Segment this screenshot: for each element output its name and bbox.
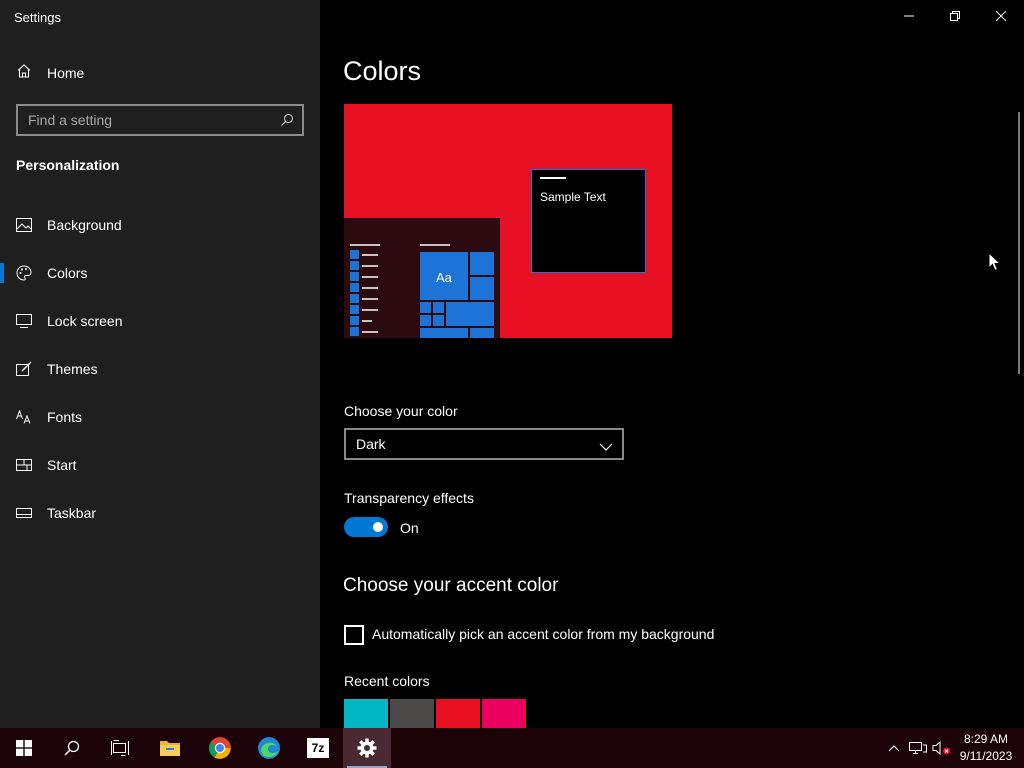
app-title: Settings <box>14 10 61 25</box>
choose-color-dropdown[interactable]: Dark <box>344 428 624 460</box>
sidebar: Settings Home Personalization Background… <box>0 0 320 728</box>
close-button[interactable] <box>978 0 1024 32</box>
restore-icon <box>950 11 960 21</box>
auto-accent-checkbox[interactable] <box>344 625 364 645</box>
color-swatch[interactable] <box>344 699 388 728</box>
search-icon[interactable] <box>280 113 294 132</box>
sidebar-item-lock-screen[interactable]: Lock screen <box>0 297 320 345</box>
taskbar-icon <box>16 505 32 521</box>
network-button[interactable] <box>906 728 930 768</box>
clock[interactable]: 8:29 AM 9/11/2023 <box>955 731 1017 765</box>
7zip-button[interactable]: 7z <box>294 728 342 768</box>
minimize-icon <box>904 15 914 17</box>
preview-start-menu: Aa <box>344 218 500 338</box>
recent-colors-label: Recent colors <box>344 673 430 689</box>
sidebar-item-background[interactable]: Background <box>0 201 320 249</box>
home-link[interactable]: Home <box>16 62 84 84</box>
taskbar-search-button[interactable] <box>48 728 96 768</box>
settings-icon <box>357 738 377 758</box>
file-explorer-button[interactable] <box>146 728 194 768</box>
volume-muted-icon <box>932 740 950 756</box>
sidebar-item-label: Colors <box>47 265 88 281</box>
accent-heading: Choose your accent color <box>343 575 559 596</box>
sidebar-item-label: Taskbar <box>47 505 97 521</box>
start-icon <box>16 457 32 473</box>
toggle-knob <box>373 522 383 532</box>
palette-icon <box>16 265 32 281</box>
task-view-button[interactable] <box>96 728 144 768</box>
file-explorer-icon <box>160 741 180 756</box>
sidebar-item-taskbar[interactable]: Taskbar <box>0 489 320 537</box>
home-label: Home <box>47 65 85 81</box>
sidebar-item-label: Fonts <box>47 409 83 425</box>
preview-tile-text: Aa <box>436 270 452 285</box>
preview-window: Sample Text <box>531 169 646 273</box>
chrome-icon <box>209 737 231 759</box>
clock-date: 9/11/2023 <box>959 749 1013 763</box>
minimize-button[interactable] <box>886 0 932 32</box>
show-hidden-icons-button[interactable] <box>884 728 904 768</box>
mouse-cursor-icon <box>988 251 1002 277</box>
recent-colors <box>344 699 526 728</box>
sidebar-item-label: Start <box>47 457 77 473</box>
restore-button[interactable] <box>932 0 978 32</box>
sidebar-item-fonts[interactable]: Fonts <box>0 393 320 441</box>
7zip-label: 7z <box>311 741 325 755</box>
choose-color-label: Choose your color <box>344 403 458 419</box>
chrome-button[interactable] <box>196 728 244 768</box>
color-preview: Aa Sample Text <box>344 104 672 338</box>
edge-button[interactable] <box>245 728 293 768</box>
network-icon <box>909 742 927 754</box>
settings-button[interactable] <box>343 728 391 768</box>
windows-logo-icon <box>16 740 32 756</box>
edge-icon <box>258 737 280 759</box>
7zip-icon: 7z <box>307 738 329 758</box>
color-swatch[interactable] <box>482 699 526 728</box>
search-icon <box>64 740 80 756</box>
search-box[interactable] <box>16 104 304 136</box>
sidebar-item-colors[interactable]: Colors <box>0 249 320 297</box>
scrollbar[interactable] <box>1018 112 1020 374</box>
color-swatch[interactable] <box>436 699 480 728</box>
start-button[interactable] <box>0 728 48 768</box>
transparency-toggle[interactable] <box>344 517 388 537</box>
search-input[interactable] <box>28 111 268 129</box>
volume-button[interactable] <box>930 728 954 768</box>
lock-screen-icon <box>16 313 32 329</box>
sidebar-nav: Background Colors Lock screen Themes Fon… <box>0 201 320 537</box>
clock-time: 8:29 AM <box>963 732 1009 746</box>
chevron-up-icon <box>888 745 900 752</box>
page-title: Colors <box>343 56 422 86</box>
transparency-label: Transparency effects <box>344 490 474 506</box>
sidebar-item-label: Themes <box>47 361 98 377</box>
taskbar: 7z 8:29 AM 9/11/2023 <box>0 728 1024 768</box>
sidebar-item-start[interactable]: Start <box>0 441 320 489</box>
choose-color-value: Dark <box>356 436 386 452</box>
sidebar-item-label: Background <box>47 217 122 233</box>
auto-accent-label[interactable]: Automatically pick an accent color from … <box>372 626 714 642</box>
picture-icon <box>16 217 32 233</box>
color-swatch[interactable] <box>390 699 434 728</box>
brush-icon <box>16 361 32 377</box>
home-icon <box>16 63 32 84</box>
section-title: Personalization <box>16 157 120 173</box>
chevron-down-icon <box>599 439 613 457</box>
close-icon <box>996 11 1006 21</box>
fonts-icon <box>16 409 32 425</box>
preview-sample-text: Sample Text <box>540 190 606 204</box>
transparency-state: On <box>400 520 419 536</box>
task-view-icon <box>111 740 129 756</box>
sidebar-item-themes[interactable]: Themes <box>0 345 320 393</box>
sidebar-item-label: Lock screen <box>47 313 123 329</box>
